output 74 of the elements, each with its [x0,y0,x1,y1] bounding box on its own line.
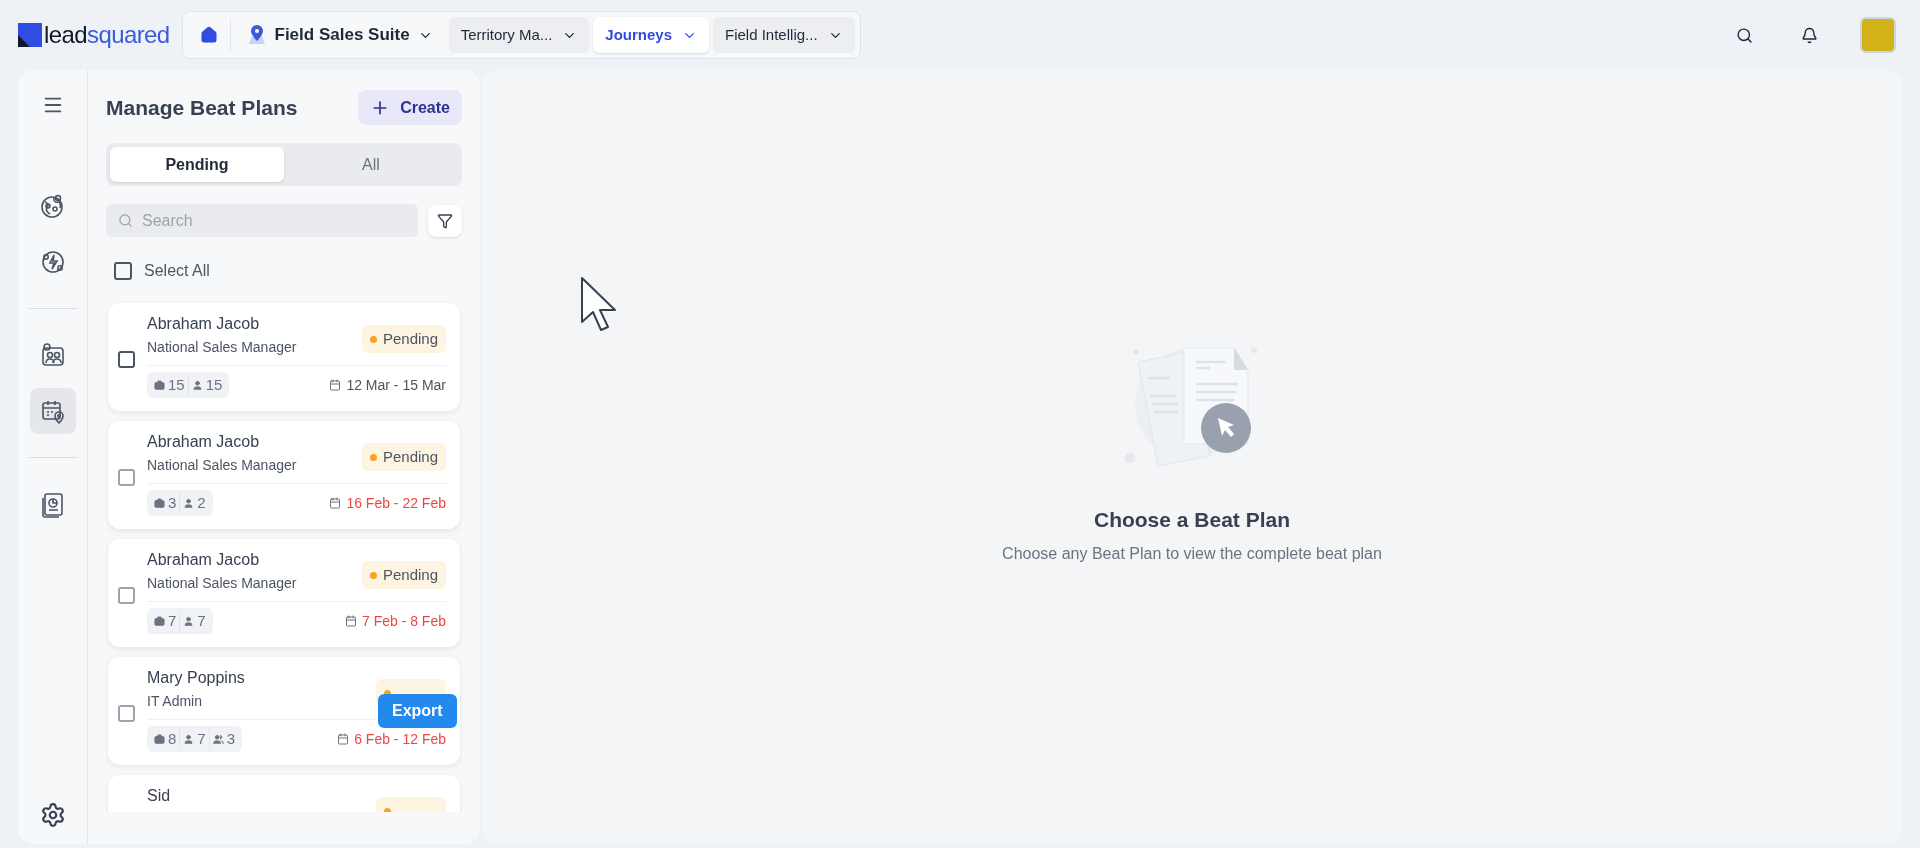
logo-mark-icon [18,23,42,47]
mouse-pointer-icon [580,276,618,332]
nav-tab[interactable]: Field Intellig... [713,17,855,53]
suite-dropdown[interactable]: Field Sales Suite [234,17,445,53]
person-icon [191,379,203,391]
checkbox[interactable] [118,468,135,486]
count-label: 7 [179,727,209,751]
beat-plan-card[interactable]: Abraham Jacob National Sales Manager Pending 3 2 16 Feb - 22 Feb [108,421,460,529]
person-name: Sid [147,786,171,806]
segment-tab[interactable]: Pending [110,147,284,182]
logo-text: leadsquared [44,23,170,47]
empty-state-title: Choose a Beat Plan [1093,507,1291,533]
create-button[interactable]: Create [358,90,462,125]
filter-button[interactable] [428,204,462,237]
briefcase-icon [154,379,165,391]
checkbox[interactable] [118,704,135,722]
count-label: 3 [151,491,180,515]
segment-tab[interactable]: All [284,147,458,182]
person-name: Abraham Jacob [147,432,261,452]
briefcase-icon [154,497,165,509]
status-badge: Pending [361,443,446,471]
filter-icon [437,212,453,229]
settings-button[interactable] [39,802,66,828]
date-range: 7 Feb - 8 Feb [344,610,446,632]
checkbox[interactable] [118,586,135,604]
search-icon [1736,26,1753,44]
count-label: 3 [208,727,239,751]
count-label: 15 [151,373,188,397]
beat-plan-card[interactable]: Abraham Jacob National Sales Manager Pending 15 15 12 Mar - 15 Mar [108,303,460,411]
person-icon [183,497,195,509]
job-title: National Sales Manager [147,338,297,357]
calendar-icon [344,615,357,627]
count-label: 8 [151,727,180,751]
home-icon [199,26,218,44]
empty-state-text: Choose any Beat Plan to view the complete beat plan [1002,543,1382,564]
calendar-icon [329,379,342,391]
status-badge: Pending [361,561,446,589]
select-all-label: Select All [144,261,210,281]
date-range: 16 Feb - 22 Feb [329,492,446,514]
calendar-icon [337,733,350,745]
job-title: IT Admin [147,692,203,711]
status-badge: Pending [361,325,446,353]
job-title: National Sales Manager [147,456,297,475]
map-pin-icon [246,24,267,46]
person-name: Mary Poppins [147,668,245,688]
count-label: 2 [179,491,209,515]
count-label: 15 [187,373,226,397]
person-icon [183,615,195,627]
people-icon [212,733,224,745]
search-icon [118,213,133,228]
rail-item[interactable] [29,388,76,434]
bell-icon [1801,26,1818,44]
panel-title: Manage Beat Plans [106,94,298,121]
date-range: 6 Feb - 12 Feb [337,728,446,750]
brand-logo[interactable]: leadsquared [18,23,170,47]
briefcase-icon [154,733,165,745]
checkbox[interactable] [114,262,132,280]
job-title: National Sales Manager [147,574,297,593]
count-label: 7 [179,609,209,633]
count-label: 7 [151,609,180,633]
export-button[interactable]: Export [378,694,457,728]
beat-plan-card[interactable]: Sid [108,775,460,812]
person-name: Abraham Jacob [147,550,261,570]
checkbox[interactable] [118,350,135,368]
briefcase-icon [154,615,165,627]
beat-plan-card[interactable]: Abraham Jacob National Sales Manager Pending 7 7 7 Feb - 8 Feb [108,539,460,647]
person-name: Abraham Jacob [147,314,261,334]
search-field[interactable]: Search [106,204,418,237]
nav-tab[interactable]: Journeys [593,17,709,53]
nav-tab[interactable]: Territory Ma... [448,17,590,53]
date-range: 12 Mar - 15 Mar [329,374,446,396]
settings-icon [39,802,66,828]
person-icon [183,733,195,745]
calendar-icon [329,497,342,509]
